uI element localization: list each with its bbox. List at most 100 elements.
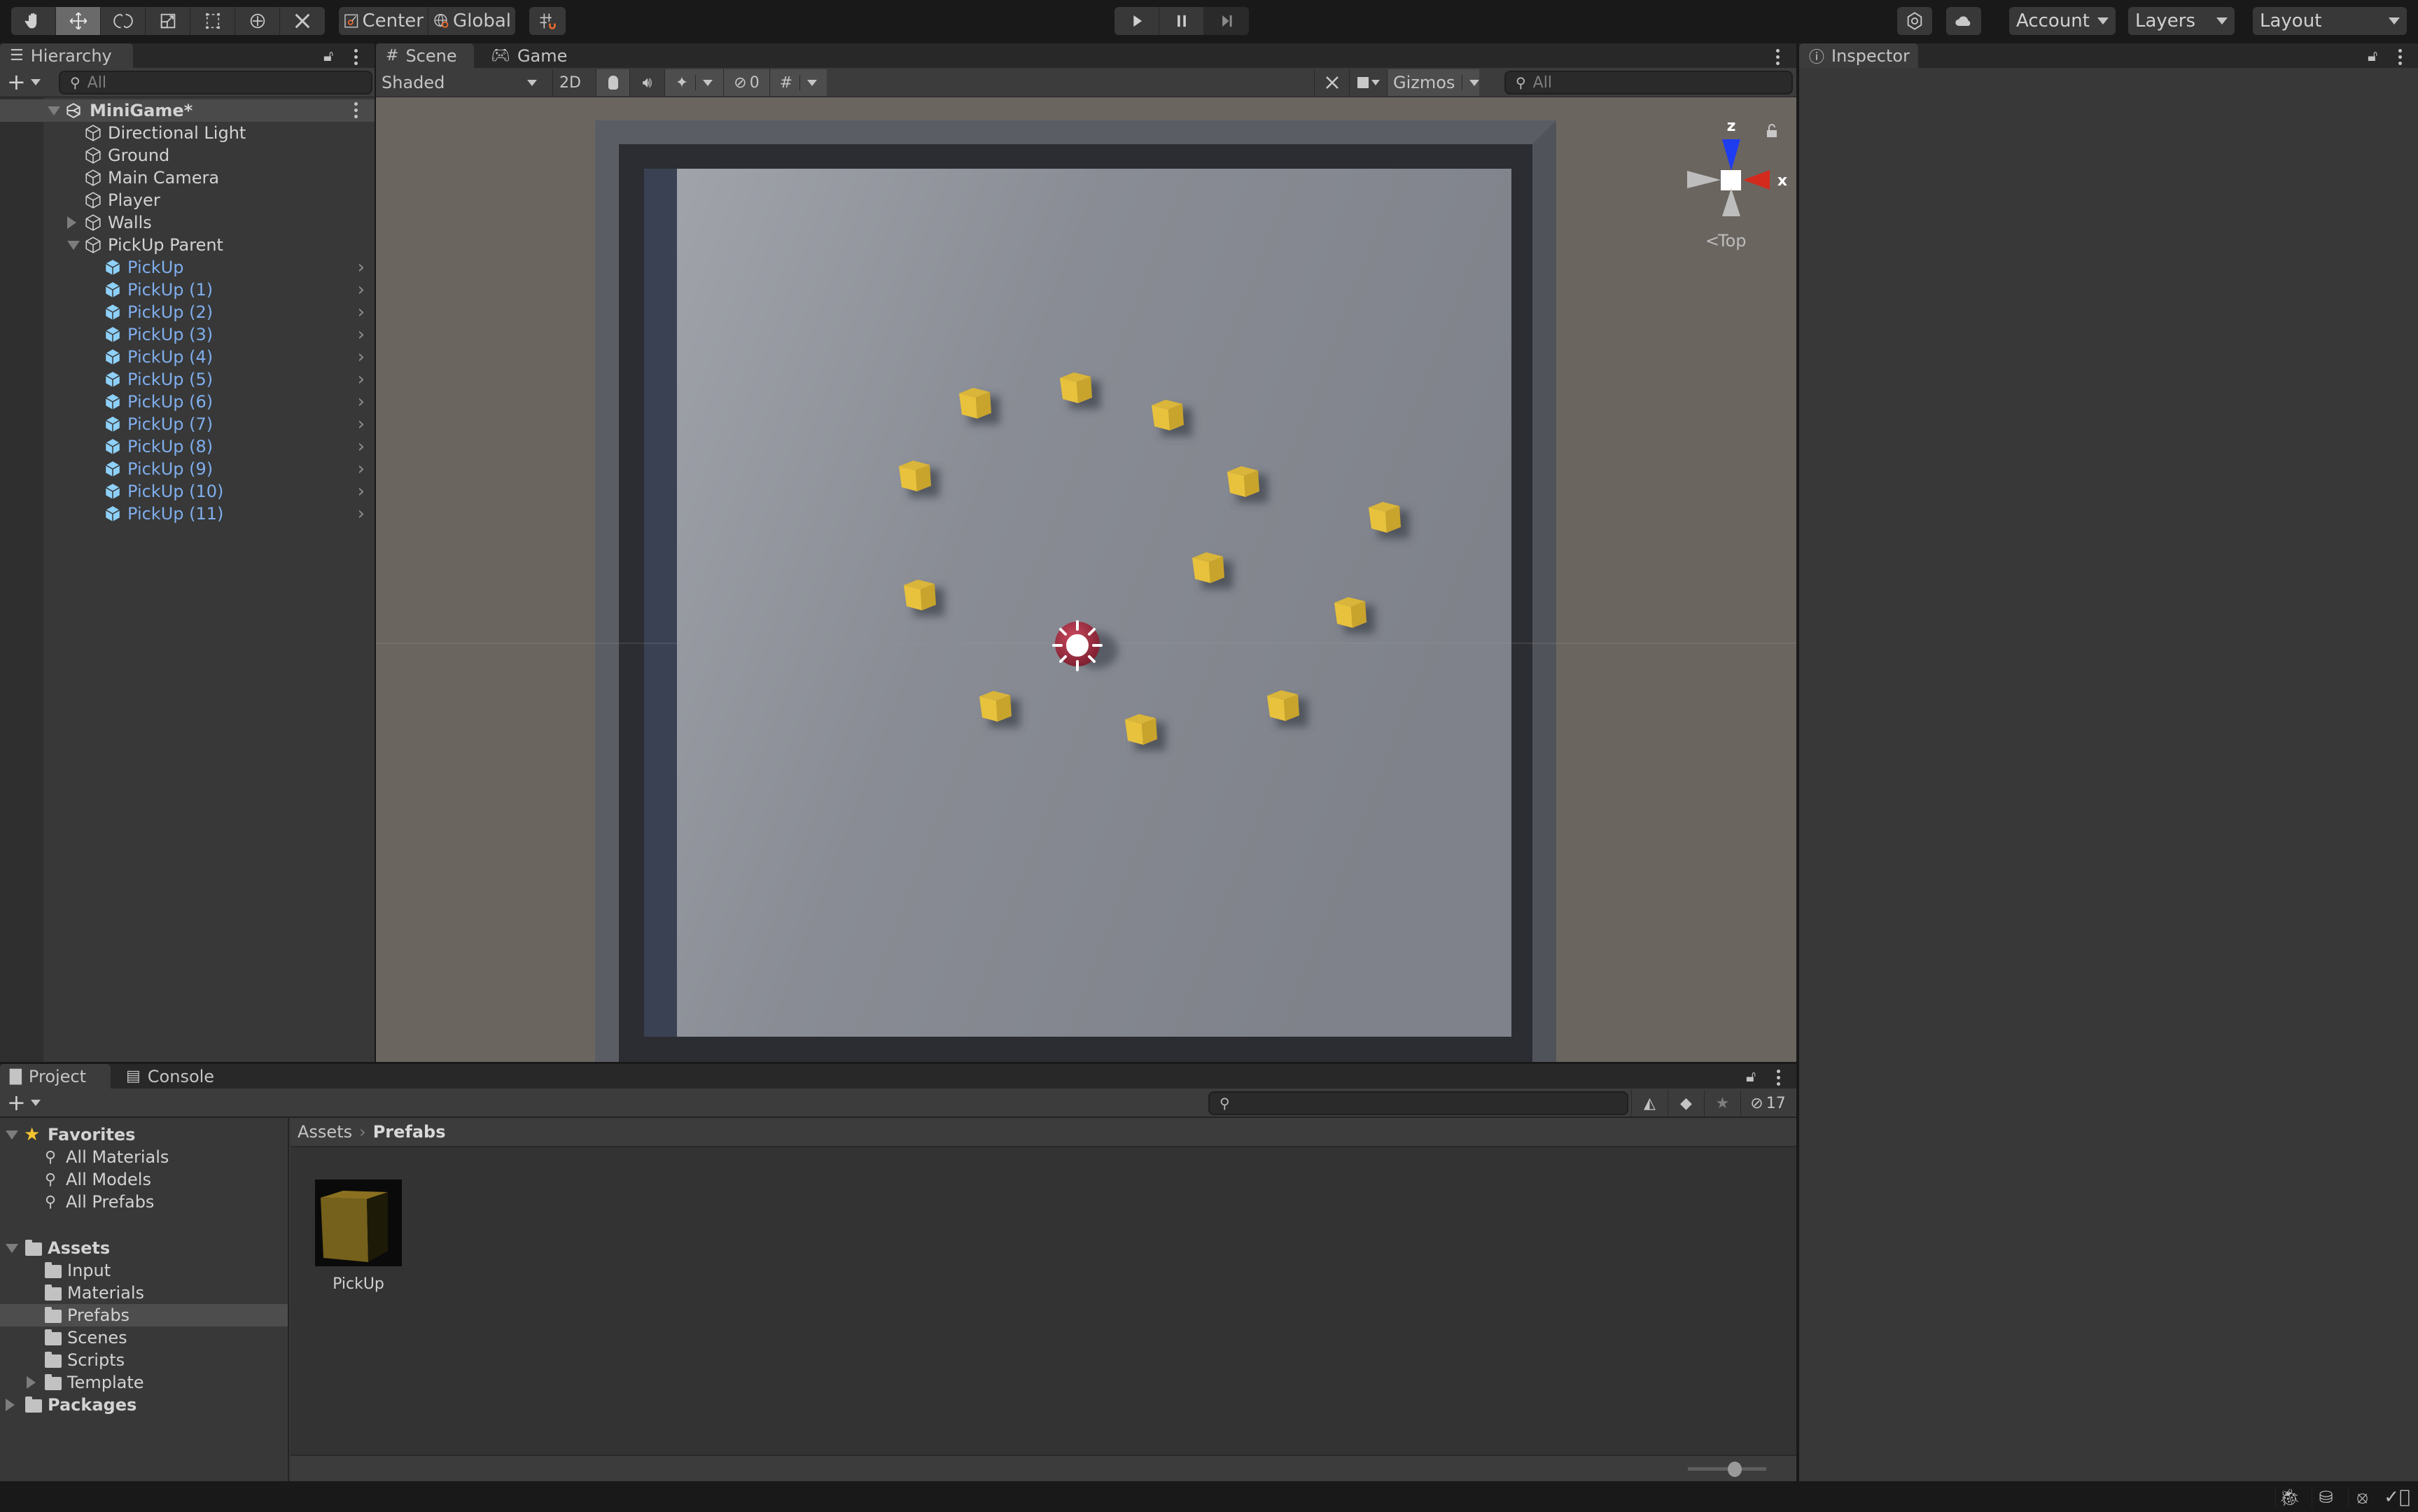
scene-audio-toggle[interactable]: 🔊︎ — [629, 69, 664, 96]
expand-arrow-icon[interactable] — [48, 106, 60, 115]
more-options-icon[interactable] — [1777, 1070, 1781, 1088]
layout-dropdown[interactable]: Layout — [2253, 7, 2407, 35]
project-search-input[interactable]: ⚲ — [1208, 1091, 1628, 1115]
cloud-button[interactable] — [1946, 7, 1981, 35]
step-button[interactable] — [1204, 7, 1249, 35]
move-tool-button[interactable] — [56, 7, 101, 35]
search-by-type-button[interactable]: ◭ — [1631, 1090, 1668, 1116]
package-manager-button[interactable] — [1897, 7, 1932, 35]
project-tree-item[interactable]: Template — [0, 1371, 288, 1394]
auto-lighting-button[interactable]: ⦻ — [2348, 1487, 2376, 1508]
account-dropdown[interactable]: Account — [2009, 7, 2116, 35]
hierarchy-item[interactable]: Player — [0, 189, 375, 211]
open-prefab-chevron-icon[interactable]: › — [358, 279, 365, 300]
scene-effects-dropdown[interactable]: ✦ — [664, 69, 723, 96]
draw-mode-dropdown[interactable]: Shaded — [376, 69, 544, 96]
hierarchy-prefab-item[interactable]: PickUp (2) › — [0, 301, 375, 323]
scene-more-options-icon[interactable] — [354, 102, 358, 121]
play-button[interactable] — [1114, 7, 1159, 35]
tool-settings-button[interactable] — [1314, 69, 1349, 96]
project-tree-item[interactable]: Scenes — [0, 1326, 288, 1349]
hierarchy-prefab-item[interactable]: PickUp (10) › — [0, 480, 375, 503]
collapse-arrow-icon[interactable] — [6, 1399, 15, 1411]
thumbnail-size-slider-track[interactable] — [1688, 1467, 1766, 1471]
project-tree-item[interactable]: Input — [0, 1259, 288, 1282]
hand-tool-button[interactable] — [11, 7, 56, 35]
scene-more-options-icon[interactable] — [1776, 49, 1780, 68]
create-dropdown-icon[interactable] — [31, 79, 41, 85]
pivot-mode-toggle[interactable]: Center — [339, 7, 428, 35]
tab-game[interactable]: 🎮︎ Game — [481, 43, 572, 68]
hierarchy-prefab-item[interactable]: PickUp (8) › — [0, 435, 375, 458]
tab-inspector[interactable]: ⓘ Inspector — [1799, 43, 1918, 68]
hidden-packages-toggle[interactable]: ⊘ 17 — [1740, 1090, 1795, 1116]
search-by-label-button[interactable]: ◆ — [1668, 1090, 1704, 1116]
project-tree-item[interactable]: ⚲ All Models — [0, 1168, 288, 1191]
create-plus-icon[interactable]: + — [7, 1091, 26, 1114]
hierarchy-prefab-item[interactable]: PickUp › — [0, 256, 375, 279]
open-prefab-chevron-icon[interactable]: › — [358, 391, 365, 412]
scale-tool-button[interactable] — [146, 7, 190, 35]
hierarchy-item[interactable]: PickUp Parent — [0, 234, 375, 256]
axis-z-cone[interactable] — [1722, 139, 1740, 171]
breadcrumb-prefabs[interactable]: Prefabs — [373, 1122, 446, 1142]
camera-settings-dropdown[interactable] — [1349, 69, 1387, 96]
collapse-arrow-icon[interactable] — [27, 1376, 36, 1389]
pause-button[interactable] — [1159, 7, 1204, 35]
rect-tool-button[interactable] — [190, 7, 235, 35]
project-tree-item[interactable]: Prefabs — [0, 1304, 288, 1326]
hierarchy-prefab-item[interactable]: PickUp (5) › — [0, 368, 375, 391]
hierarchy-prefab-item[interactable]: PickUp (3) › — [0, 323, 375, 346]
scene-lighting-toggle[interactable] — [596, 69, 629, 96]
tab-project[interactable]: ▇ Project — [0, 1064, 111, 1088]
collapse-arrow-icon[interactable] — [67, 216, 76, 229]
asset-tile-pickup[interactable]: PickUp — [315, 1180, 402, 1293]
tab-console[interactable]: ▤ Console — [116, 1064, 235, 1088]
hierarchy-item[interactable]: Main Camera — [0, 167, 375, 189]
open-prefab-chevron-icon[interactable]: › — [358, 324, 365, 345]
project-tree-item[interactable]: Scripts — [0, 1349, 288, 1371]
expand-arrow-icon[interactable] — [67, 241, 80, 250]
view-orientation-label[interactable]: Top — [1717, 231, 1747, 251]
custom-tool-button[interactable] — [280, 7, 325, 35]
cache-server-button[interactable]: ⛁ — [2312, 1487, 2340, 1508]
open-prefab-chevron-icon[interactable]: › — [358, 302, 365, 323]
gizmo-lock-icon[interactable] — [1767, 130, 1777, 137]
axis-x-cone[interactable] — [1743, 170, 1770, 190]
open-prefab-chevron-icon[interactable]: › — [358, 257, 365, 278]
open-prefab-chevron-icon[interactable]: › — [358, 346, 365, 368]
hierarchy-prefab-item[interactable]: PickUp (4) › — [0, 346, 375, 368]
hidden-objects-toggle[interactable]: ⊘ 0 — [723, 69, 769, 96]
breadcrumb-assets[interactable]: Assets — [298, 1122, 352, 1142]
toggle-2d-button[interactable]: 2D — [552, 69, 587, 96]
scene-viewport[interactable]: z x < Top — [376, 97, 1796, 1062]
debug-mode-button[interactable]: 🐞︎ — [2275, 1487, 2303, 1508]
hierarchy-item[interactable]: Directional Light — [0, 122, 375, 144]
lock-icon[interactable]: 🔓︎ — [323, 48, 333, 65]
expand-arrow-icon[interactable] — [6, 1130, 18, 1140]
open-prefab-chevron-icon[interactable]: › — [358, 414, 365, 435]
project-tree-item[interactable]: Materials — [0, 1282, 288, 1304]
hierarchy-prefab-item[interactable]: PickUp (6) › — [0, 391, 375, 413]
hierarchy-scene-row[interactable]: MiniGame* — [0, 99, 375, 122]
scene-search-input[interactable]: ⚲ All — [1504, 71, 1793, 94]
open-prefab-chevron-icon[interactable]: › — [358, 503, 365, 524]
hierarchy-item[interactable]: Walls — [0, 211, 375, 234]
transform-tool-button[interactable] — [235, 7, 280, 35]
pivot-rotation-toggle[interactable]: Global — [428, 7, 515, 35]
rotate-tool-button[interactable] — [101, 7, 146, 35]
more-options-icon[interactable] — [2398, 49, 2403, 68]
more-options-icon[interactable] — [354, 49, 358, 68]
light-gizmo-icon[interactable] — [1052, 620, 1103, 671]
grid-snap-button[interactable] — [529, 7, 566, 35]
save-search-button[interactable]: ★ — [1704, 1090, 1740, 1116]
open-prefab-chevron-icon[interactable]: › — [358, 436, 365, 457]
axis-neg-x-cone[interactable] — [1687, 171, 1721, 188]
create-dropdown-icon[interactable] — [31, 1100, 41, 1106]
hierarchy-prefab-item[interactable]: PickUp (7) › — [0, 413, 375, 435]
axis-neg-z-cone[interactable] — [1722, 188, 1740, 216]
layers-dropdown[interactable]: Layers — [2128, 7, 2235, 35]
tab-scene[interactable]: # Scene — [376, 43, 474, 68]
orientation-gizmo[interactable]: z x < Top — [1666, 104, 1792, 258]
gizmo-center-cube[interactable] — [1721, 170, 1741, 190]
